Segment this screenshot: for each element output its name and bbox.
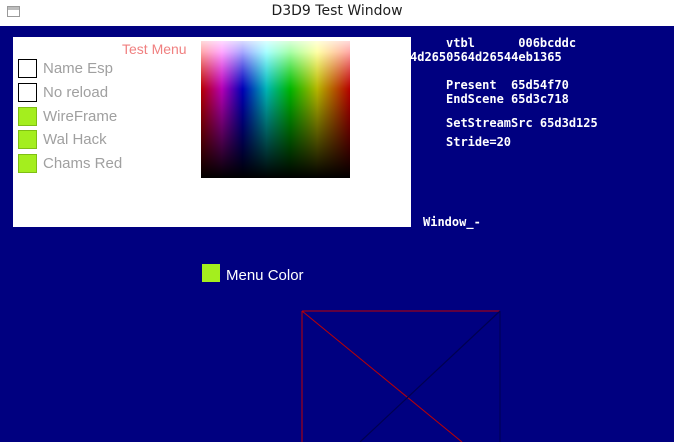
debug-box [301, 310, 501, 442]
box-diagonal-blue [359, 310, 501, 442]
title-bar[interactable]: D3D9 Test Window [0, 0, 674, 26]
box-diagonal-red [301, 310, 463, 442]
render-canvas: Test Menu Name Esp No reload WireFrame W… [0, 26, 674, 442]
window-title: D3D9 Test Window [271, 3, 403, 19]
